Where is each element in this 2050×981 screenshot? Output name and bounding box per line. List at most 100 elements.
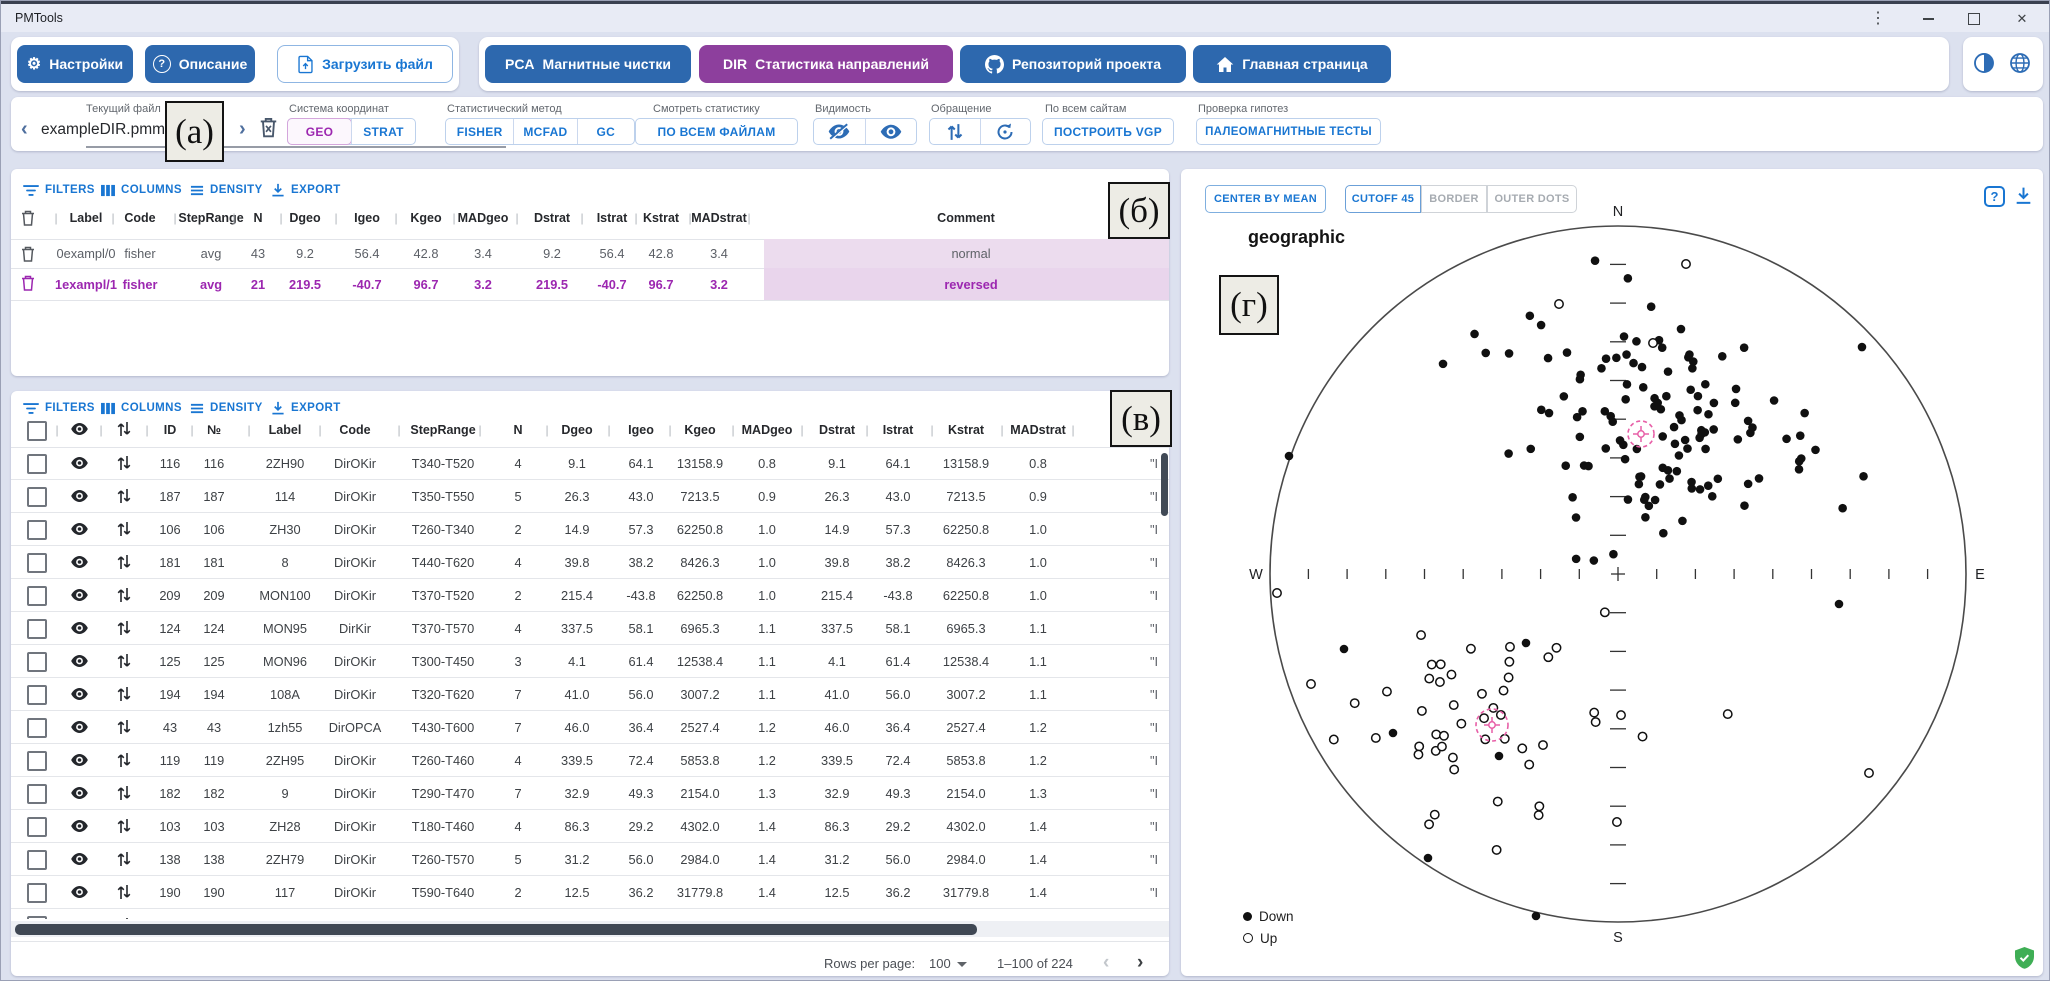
table-row[interactable]: 1821829DirOKirT290-T470732.949.32154.01.… — [11, 777, 1169, 810]
filters-button[interactable]: FILTERS — [23, 397, 95, 419]
all-files-button[interactable]: ПО ВСЕМ ФАЙЛАМ — [636, 119, 797, 144]
table-row[interactable]: 103103ZH28DirOKirT180-T460486.329.24302.… — [11, 810, 1169, 843]
method-gc-button[interactable]: GC — [577, 119, 634, 144]
columns-button[interactable]: COLUMNS — [101, 397, 182, 419]
language-globe-icon[interactable] — [2009, 52, 2031, 74]
select-all-checkbox[interactable] — [27, 421, 47, 441]
next-page-button[interactable]: › — [1137, 952, 1143, 974]
table-row[interactable]: 125125MON96DirOKirT300-T45034.161.412538… — [11, 645, 1169, 678]
rotate-reset-icon[interactable] — [980, 119, 1031, 144]
row-visibility-icon[interactable] — [71, 655, 88, 667]
row-checkbox[interactable] — [27, 520, 47, 540]
row-visibility-icon[interactable] — [71, 886, 88, 898]
row-checkbox[interactable] — [27, 454, 47, 474]
delete-file-icon[interactable] — [259, 117, 278, 138]
minimize-button[interactable] — [1913, 7, 1943, 31]
method-mcfad-button[interactable]: MCFAD — [513, 119, 576, 144]
row-visibility-icon[interactable] — [71, 622, 88, 634]
row-checkbox[interactable] — [27, 553, 47, 573]
row-visibility-icon[interactable] — [71, 523, 88, 535]
row-checkbox[interactable] — [27, 586, 47, 606]
row-flip-icon[interactable] — [117, 719, 131, 735]
row-visibility-icon[interactable] — [71, 688, 88, 700]
row-visibility-icon[interactable] — [71, 754, 88, 766]
row-flip-icon[interactable] — [117, 917, 131, 919]
outer-dots-button[interactable]: OUTER DOTS — [1487, 185, 1577, 213]
next-file-chevron[interactable]: › — [239, 117, 246, 141]
close-button[interactable]: ✕ — [2007, 7, 2037, 31]
row-flip-icon[interactable] — [117, 686, 131, 702]
table-row[interactable]: 43431zh55DirOPCAT430-T600746.036.42527.4… — [11, 711, 1169, 744]
row-flip-icon[interactable] — [117, 785, 131, 801]
cutoff-button[interactable]: CUTOFF 45 — [1345, 185, 1421, 213]
current-file-value[interactable]: exampleDIR.pmm — [41, 121, 165, 139]
delete-row-icon[interactable] — [21, 275, 35, 291]
row-checkbox[interactable] — [27, 784, 47, 804]
rows-per-page-caret-icon[interactable] — [957, 962, 967, 967]
center-by-mean-button[interactable]: CENTER BY MEAN — [1205, 185, 1326, 213]
row-flip-icon[interactable] — [117, 488, 131, 504]
table-row[interactable]: 1381382ZH79DirOKirT260-T570531.256.02984… — [11, 843, 1169, 876]
export-button[interactable]: EXPORT — [271, 397, 341, 419]
row-checkbox[interactable] — [27, 751, 47, 771]
row-visibility-icon[interactable] — [71, 556, 88, 568]
filters-button[interactable]: FILTERS — [23, 179, 95, 201]
eye-icon[interactable] — [865, 119, 917, 144]
row-checkbox[interactable] — [27, 916, 47, 919]
row-visibility-icon[interactable] — [71, 457, 88, 469]
row-checkbox[interactable] — [27, 487, 47, 507]
table-row[interactable] — [11, 909, 1169, 919]
eye-off-icon[interactable] — [814, 119, 865, 144]
home-button[interactable]: Главная страница — [1193, 45, 1391, 83]
dir-button[interactable]: DIR Статистика направлений — [699, 45, 953, 83]
row-visibility-icon[interactable] — [71, 787, 88, 799]
row-visibility-icon[interactable] — [71, 820, 88, 832]
method-fisher-button[interactable]: FISHER — [446, 119, 513, 144]
table-row[interactable]: 187187114DirOKirT350-T550526.343.07213.5… — [11, 480, 1169, 513]
row-visibility-icon[interactable] — [71, 721, 88, 733]
row-flip-icon[interactable] — [117, 521, 131, 537]
table-row[interactable]: 1191192ZH95DirOKirT260-T4604339.572.4585… — [11, 744, 1169, 777]
vertical-scrollbar[interactable] — [1161, 453, 1168, 516]
density-button[interactable]: DENSITY — [190, 397, 263, 419]
row-visibility-icon[interactable] — [71, 490, 88, 502]
table-row[interactable]: 190190117DirOKirT590-T640212.536.231779.… — [11, 876, 1169, 909]
row-flip-icon[interactable] — [117, 851, 131, 867]
menu-kebab-icon[interactable]: ⋮ — [1863, 7, 1893, 31]
row-flip-icon[interactable] — [117, 587, 131, 603]
row-checkbox[interactable] — [27, 883, 47, 903]
table-row[interactable]: 106106ZH30DirOKirT260-T340214.957.362250… — [11, 513, 1169, 546]
coords-strat-button[interactable]: STRAT — [351, 119, 415, 144]
rows-per-page-value[interactable]: 100 — [929, 956, 951, 971]
settings-button[interactable]: ⚙ Настройки — [17, 45, 133, 83]
download-plot-icon[interactable] — [2013, 185, 2034, 206]
columns-button[interactable]: COLUMNS — [101, 179, 182, 201]
horizontal-scrollbar[interactable] — [15, 924, 977, 935]
repository-button[interactable]: Репозиторий проекта — [960, 45, 1186, 83]
table-row[interactable]: 124124MON95DirKirT370-T5704337.558.16965… — [11, 612, 1169, 645]
theme-contrast-icon[interactable] — [1973, 52, 1995, 74]
row-visibility-icon[interactable] — [71, 589, 88, 601]
prev-page-button[interactable]: ‹ — [1103, 952, 1109, 974]
swap-arrows-icon[interactable] — [930, 119, 980, 144]
table-row[interactable]: 1161162ZH90DirOKirT340-T52049.164.113158… — [11, 447, 1169, 480]
row-flip-icon[interactable] — [117, 620, 131, 636]
row-checkbox[interactable] — [27, 718, 47, 738]
row-checkbox[interactable] — [27, 652, 47, 672]
load-file-button[interactable]: Загрузить файл — [277, 45, 453, 83]
maximize-button[interactable] — [1959, 7, 1989, 31]
row-checkbox[interactable] — [27, 817, 47, 837]
row-checkbox[interactable] — [27, 850, 47, 870]
row-flip-icon[interactable] — [117, 818, 131, 834]
row-flip-icon[interactable] — [117, 884, 131, 900]
density-button[interactable]: DENSITY — [190, 179, 263, 201]
pca-button[interactable]: PCA Магнитные чистки — [485, 45, 691, 83]
help-icon[interactable]: ? — [1984, 186, 2005, 207]
row-visibility-icon[interactable] — [71, 853, 88, 865]
table-row[interactable]: 209209MON100DirOKirT370-T5202215.4-43.86… — [11, 579, 1169, 612]
row-checkbox[interactable] — [27, 685, 47, 705]
build-vgp-button[interactable]: ПОСТРОИТЬ VGP — [1043, 119, 1173, 144]
about-button[interactable]: ? Описание — [145, 45, 255, 83]
prev-file-chevron[interactable]: ‹ — [21, 117, 28, 141]
row-flip-icon[interactable] — [117, 455, 131, 471]
